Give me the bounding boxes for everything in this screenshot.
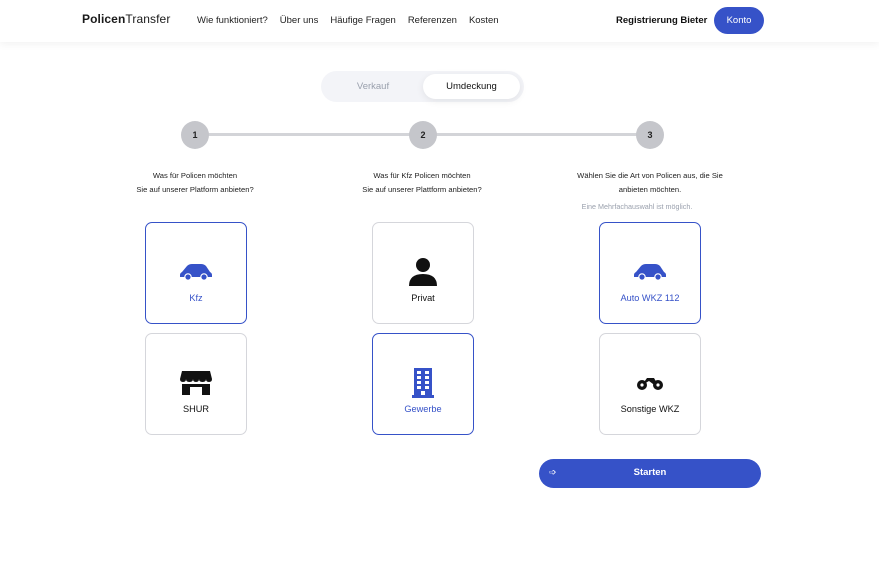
step-2-indicator: 2 (409, 121, 437, 149)
step-2-question: Was für Kfz Policen möchten Sie auf unse… (322, 169, 522, 197)
start-button[interactable]: ➩ Starten (539, 459, 761, 488)
option-label-sonstige-wkz: Sonstige WKZ (620, 404, 680, 414)
toggle-option-umdeckung[interactable]: Umdeckung (423, 74, 520, 99)
nav-link-haeufige-fragen[interactable]: Häufige Fragen (330, 15, 395, 26)
step-1-question-line-2: Sie auf unserer Platform anbieten? (136, 185, 254, 194)
option-label-gewerbe: Gewerbe (404, 404, 442, 414)
motorcycle-icon (600, 368, 700, 398)
step-3-question-line-2: anbieten möchten. (618, 185, 682, 194)
multi-select-hint: Eine Mehrfachauswahl ist möglich. (581, 202, 693, 211)
option-label-privat: Privat (411, 293, 435, 303)
option-label-auto-wkz-112: Auto WKZ 112 (620, 293, 680, 303)
logo-bold-text: Policen (82, 12, 126, 26)
policentransfer-logo[interactable]: PolicenTransfer (82, 12, 170, 26)
start-button-label: Starten (633, 467, 667, 478)
person-icon (373, 257, 473, 287)
option-card-shur[interactable]: SHUR (145, 333, 247, 435)
step-3-question: Wählen Sie die Art von Policen aus, die … (550, 169, 750, 197)
option-card-privat[interactable]: Privat (372, 222, 474, 324)
mode-toggle: Verkauf Umdeckung (321, 71, 524, 102)
nav-link-referenzen[interactable]: Referenzen (408, 15, 457, 26)
main-nav: Wie funktioniert? Über uns Häufige Frage… (197, 15, 499, 26)
account-button[interactable]: Konto (714, 7, 764, 34)
store-icon (146, 368, 246, 398)
register-bidder-link[interactable]: Registrierung Bieter (616, 15, 707, 26)
option-card-auto-wkz-112[interactable]: Auto WKZ 112 (599, 222, 701, 324)
logo-regular-text: Transfer (125, 12, 171, 26)
top-navigation-bar: PolicenTransfer Wie funktioniert? Über u… (0, 0, 879, 42)
nav-link-kosten[interactable]: Kosten (469, 15, 499, 26)
nav-link-wie-funktioniert[interactable]: Wie funktioniert? (197, 15, 268, 26)
option-card-sonstige-wkz[interactable]: Sonstige WKZ (599, 333, 701, 435)
option-card-kfz[interactable]: Kfz (145, 222, 247, 324)
step-1-question-line-1: Was für Policen möchten (152, 171, 238, 180)
car-icon (600, 257, 700, 287)
option-card-gewerbe[interactable]: Gewerbe (372, 333, 474, 435)
step-3-indicator: 3 (636, 121, 664, 149)
nav-link-ueber-uns[interactable]: Über uns (280, 15, 319, 26)
option-label-kfz: Kfz (189, 293, 203, 303)
option-label-shur: SHUR (182, 404, 210, 414)
building-icon (373, 368, 473, 398)
toggle-option-verkauf[interactable]: Verkauf (325, 74, 421, 99)
step-1-indicator: 1 (181, 121, 209, 149)
step-3-question-line-1: Wählen Sie die Art von Policen aus, die … (577, 171, 723, 180)
step-2-question-line-1: Was für Kfz Policen möchten (373, 171, 471, 180)
car-icon (146, 257, 246, 287)
step-2-question-line-2: Sie auf unserer Plattform anbieten? (362, 185, 482, 194)
step-1-question: Was für Policen möchten Sie auf unserer … (95, 169, 295, 197)
